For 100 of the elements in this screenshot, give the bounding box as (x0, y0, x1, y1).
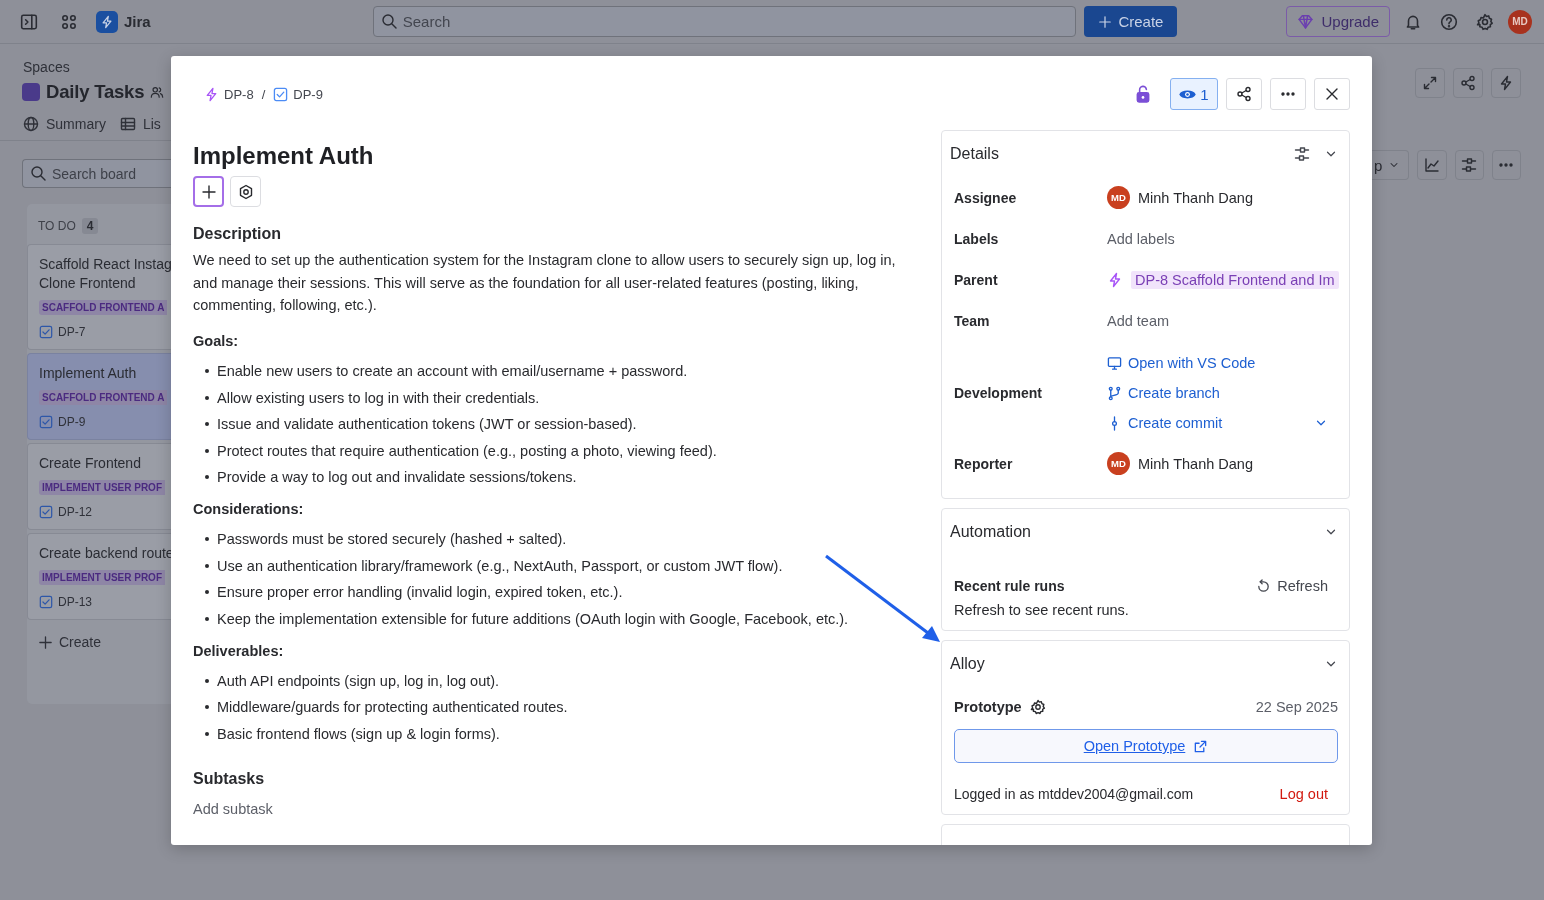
bullet-dot (205, 731, 209, 736)
close-icon (1324, 86, 1340, 102)
user-avatar: MD (1107, 186, 1130, 209)
breadcrumb-link[interactable]: Spaces (23, 59, 171, 75)
field-label: Labels (954, 230, 1000, 247)
epic-tag: IMPLEMENT USER PROF (39, 570, 165, 585)
add-button[interactable] (193, 176, 224, 207)
breadcrumb-link[interactable]: DP-8 (224, 86, 254, 102)
empty-state-text: Refresh to see recent runs. (954, 602, 1130, 618)
bullet-dot (205, 395, 209, 400)
epic-icon (204, 86, 219, 102)
sliders-icon (1294, 146, 1310, 162)
list-item: Allow existing users to log in with their credentials. (217, 389, 540, 406)
apps-button[interactable] (230, 176, 261, 207)
refresh-icon (1256, 578, 1272, 594)
list-item: Protect routes that require authentication (e.g., posting a photo, viewing feed). (217, 442, 717, 459)
view-tab[interactable]: Lis (119, 115, 161, 140)
list-item: Basic frontend flows (sign up & login forms). (217, 725, 500, 742)
upgrade-button[interactable]: Upgrade (1286, 6, 1390, 37)
list-item: Provide a way to log out and invalidate sessions/tokens. (217, 469, 577, 486)
search-field[interactable]: Search (372, 6, 1077, 37)
subheading: Deliverables: (193, 642, 285, 659)
logout-link[interactable]: Log out (1279, 786, 1328, 802)
bullet-dot (205, 616, 209, 621)
close-button[interactable] (1314, 78, 1350, 110)
bullet-dot (205, 678, 209, 683)
card-title: Alloy (950, 655, 985, 673)
logo-icon (100, 14, 114, 29)
card-title: Create Frontend (39, 454, 142, 473)
development-link[interactable]: Create branch (1107, 385, 1220, 401)
development-link[interactable]: Create commit (1107, 415, 1223, 431)
view-settings-button[interactable] (1454, 150, 1484, 180)
add-subtask-button[interactable]: Add subtask (193, 800, 273, 817)
list-item: Passwords must be stored securely (hashed + salted). (217, 531, 567, 548)
open-prototype-button[interactable]: Open Prototype (954, 729, 1338, 763)
share-icon (1460, 75, 1476, 91)
epic-icon (1107, 271, 1123, 288)
field-value[interactable]: Add team (1107, 312, 1170, 329)
hexagon-icon (237, 183, 254, 200)
globe-icon (23, 115, 39, 132)
expand-icon (1422, 75, 1438, 91)
refresh-button[interactable]: Refresh (1256, 578, 1328, 594)
automation-button[interactable] (1491, 68, 1521, 98)
issue-key: DP-13 (58, 595, 92, 609)
settings-icon (1029, 699, 1046, 715)
card-title: Implement Auth (39, 364, 138, 383)
field-value[interactable]: Add labels (1107, 230, 1175, 247)
parent-link[interactable]: DP-8 Scaffold Frontend and Im (1131, 270, 1339, 289)
people-button[interactable] (150, 85, 165, 99)
list-item: Enable new users to create an account with email/username + password. (217, 363, 688, 380)
issue-key: DP-7 (58, 325, 86, 339)
create-button[interactable]: Create (1084, 6, 1178, 37)
bullet-dot (205, 448, 209, 453)
field-label: Team (954, 312, 991, 329)
field-label: Reporter (954, 455, 1014, 472)
user-avatar[interactable]: MD (1508, 9, 1532, 34)
field-value: Minh Thanh Dang (1138, 189, 1253, 206)
development-link[interactable]: Open with VS Code (1107, 355, 1256, 371)
subsection-title: Recent rule runs (954, 578, 1065, 594)
description-text: We need to set up the authentication system for the Instagram clone to allow users to securely sign up, log in, and manage their sessions. This will serve as the foundation for all user-related features (posting, liking, commenting, following, etc.). (193, 251, 897, 316)
task-icon (273, 86, 289, 102)
plus-icon (200, 183, 217, 200)
view-tab[interactable]: Summary (23, 115, 106, 140)
create-issue-button[interactable]: Create (38, 634, 102, 650)
issue-card[interactable]: Create Frontend IMPLEMENT USER PROF DP-12 (27, 443, 171, 530)
project-title: Daily Tasks (46, 81, 145, 103)
watchers-button[interactable]: 1 (1170, 78, 1218, 110)
insights-button[interactable] (1417, 150, 1447, 180)
sliders-icon (1461, 157, 1478, 173)
lock-icon (1134, 85, 1152, 103)
bullet-dot (205, 369, 209, 374)
section-heading: Description (193, 225, 282, 243)
chart-icon (1423, 157, 1440, 173)
issue-card[interactable]: Implement Auth SCAFFOLD FRONTEND A DP-9 (27, 353, 171, 440)
task-icon (39, 415, 53, 429)
configure-button[interactable] (1294, 146, 1310, 162)
share-icon (1236, 86, 1252, 102)
subheading: Considerations: (193, 501, 305, 518)
expand-button[interactable] (1415, 68, 1445, 98)
prototype-label: Prototype (954, 699, 1022, 715)
user-avatar: MD (1107, 452, 1130, 475)
app-logo[interactable] (96, 10, 118, 33)
plus-icon (38, 634, 53, 650)
field-label: Assignee (954, 189, 1018, 206)
list-item: Middleware/guards for protecting authenticated routes. (217, 699, 568, 716)
card-title: Details (950, 145, 999, 163)
date-text: 22 Sep 2025 (1255, 699, 1338, 715)
app-name: Jira (124, 13, 151, 30)
list-item: Auth API endpoints (sign up, log in, log out). (217, 672, 500, 689)
search-board-field[interactable]: Search board (22, 159, 171, 188)
bullet-dot (205, 590, 209, 595)
monitor-icon (1107, 355, 1122, 371)
epic-tag: SCAFFOLD FRONTEND A (39, 390, 168, 405)
bullet-dot (205, 475, 209, 480)
issue-card[interactable]: Scaffold React Instag Clone Frontend SCAFFOLD FRONTEND A DP-7 (27, 244, 171, 350)
settings-button[interactable] (1029, 699, 1046, 715)
breadcrumb-link[interactable]: DP-9 (293, 86, 323, 102)
issue-title: Implement Auth (193, 142, 375, 170)
epic-tag: SCAFFOLD FRONTEND A (39, 300, 168, 315)
task-icon (39, 325, 53, 339)
